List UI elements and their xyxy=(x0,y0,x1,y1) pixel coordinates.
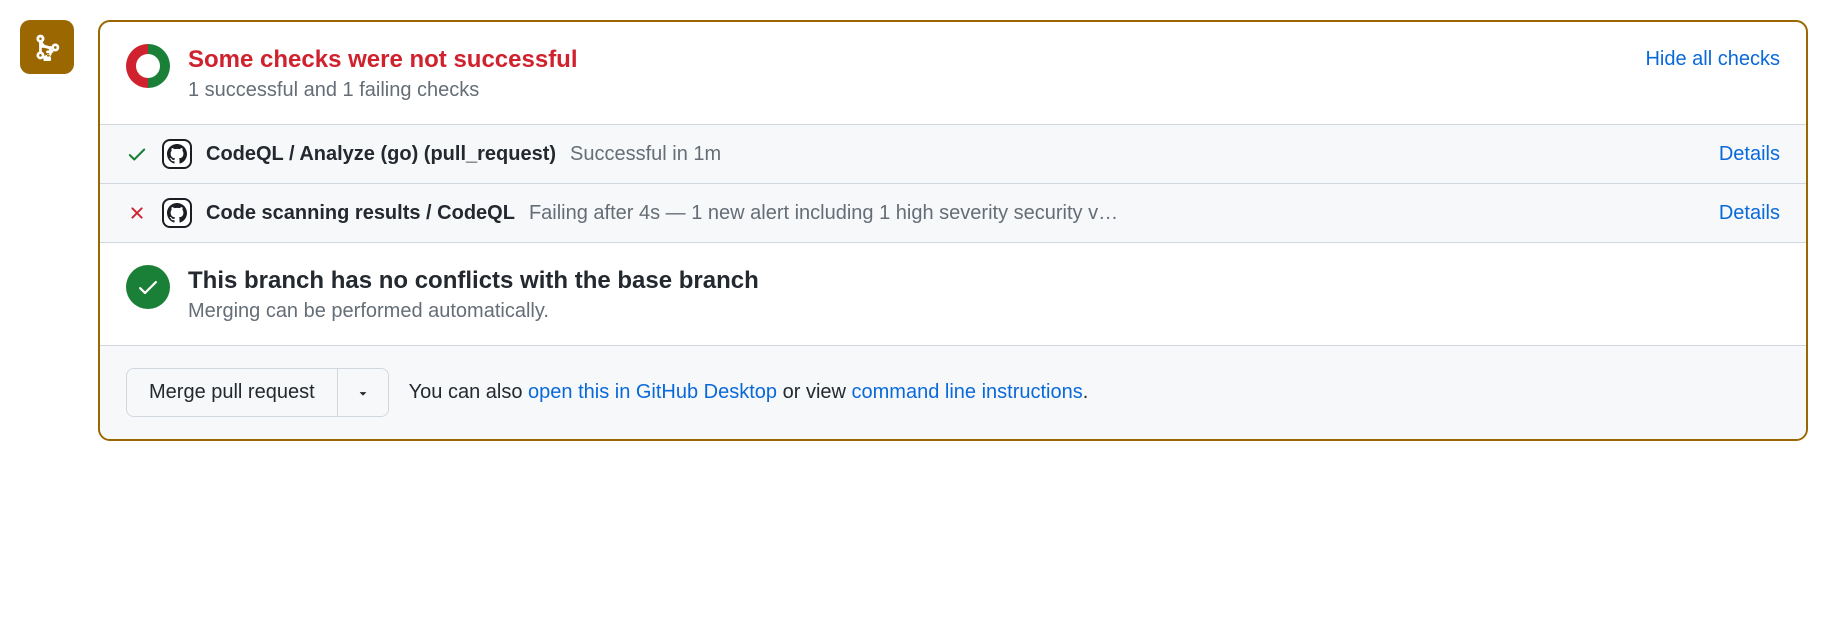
merge-button-group: Merge pull request xyxy=(126,368,389,417)
footer-text: You can also open this in GitHub Desktop… xyxy=(409,381,1089,404)
hide-all-checks-link[interactable]: Hide all checks xyxy=(1645,48,1780,71)
checks-title: Some checks were not successful xyxy=(188,44,1627,75)
checks-header: Some checks were not successful 1 succes… xyxy=(100,22,1806,125)
check-row: CodeQL / Analyze (go) (pull_request) Suc… xyxy=(100,125,1806,184)
checks-header-text: Some checks were not successful 1 succes… xyxy=(188,44,1627,102)
github-avatar-icon xyxy=(162,139,192,169)
github-avatar-icon xyxy=(162,198,192,228)
check-message: Failing after 4s — 1 new alert including… xyxy=(529,202,1705,225)
checks-list: CodeQL / Analyze (go) (pull_request) Suc… xyxy=(100,125,1806,243)
check-failure-icon xyxy=(126,202,148,224)
timeline-badge xyxy=(20,20,74,74)
check-details-link[interactable]: Details xyxy=(1719,202,1780,225)
check-message: Successful in 1m xyxy=(570,143,1705,166)
footer-text-suffix: . xyxy=(1083,381,1089,403)
check-name: CodeQL / Analyze (go) (pull_request) xyxy=(206,143,556,166)
merge-status-subtitle: Merging can be performed automatically. xyxy=(188,300,1780,323)
open-github-desktop-link[interactable]: open this in GitHub Desktop xyxy=(528,381,777,403)
merge-dropdown-button[interactable] xyxy=(337,369,388,416)
checks-donut-icon xyxy=(126,44,170,88)
merge-pull-request-button[interactable]: Merge pull request xyxy=(127,369,337,416)
git-merge-icon xyxy=(33,33,61,61)
command-line-instructions-link[interactable]: command line instructions xyxy=(852,381,1083,403)
check-name: Code scanning results / CodeQL xyxy=(206,202,515,225)
triangle-down-icon xyxy=(356,386,370,400)
merge-status-title: This branch has no conflicts with the ba… xyxy=(188,265,1780,296)
check-details-link[interactable]: Details xyxy=(1719,143,1780,166)
success-check-icon xyxy=(126,265,170,309)
merge-status-text: This branch has no conflicts with the ba… xyxy=(188,265,1780,323)
merge-status-section: This branch has no conflicts with the ba… xyxy=(100,243,1806,346)
merge-panel: Some checks were not successful 1 succes… xyxy=(98,20,1808,441)
merge-footer: Merge pull request You can also open thi… xyxy=(100,346,1806,439)
panel-arrow xyxy=(98,40,100,64)
footer-text-prefix: You can also xyxy=(409,381,528,403)
check-success-icon xyxy=(126,143,148,165)
checks-subtitle: 1 successful and 1 failing checks xyxy=(188,79,1627,102)
check-row: Code scanning results / CodeQL Failing a… xyxy=(100,184,1806,243)
footer-text-middle: or view xyxy=(777,381,851,403)
